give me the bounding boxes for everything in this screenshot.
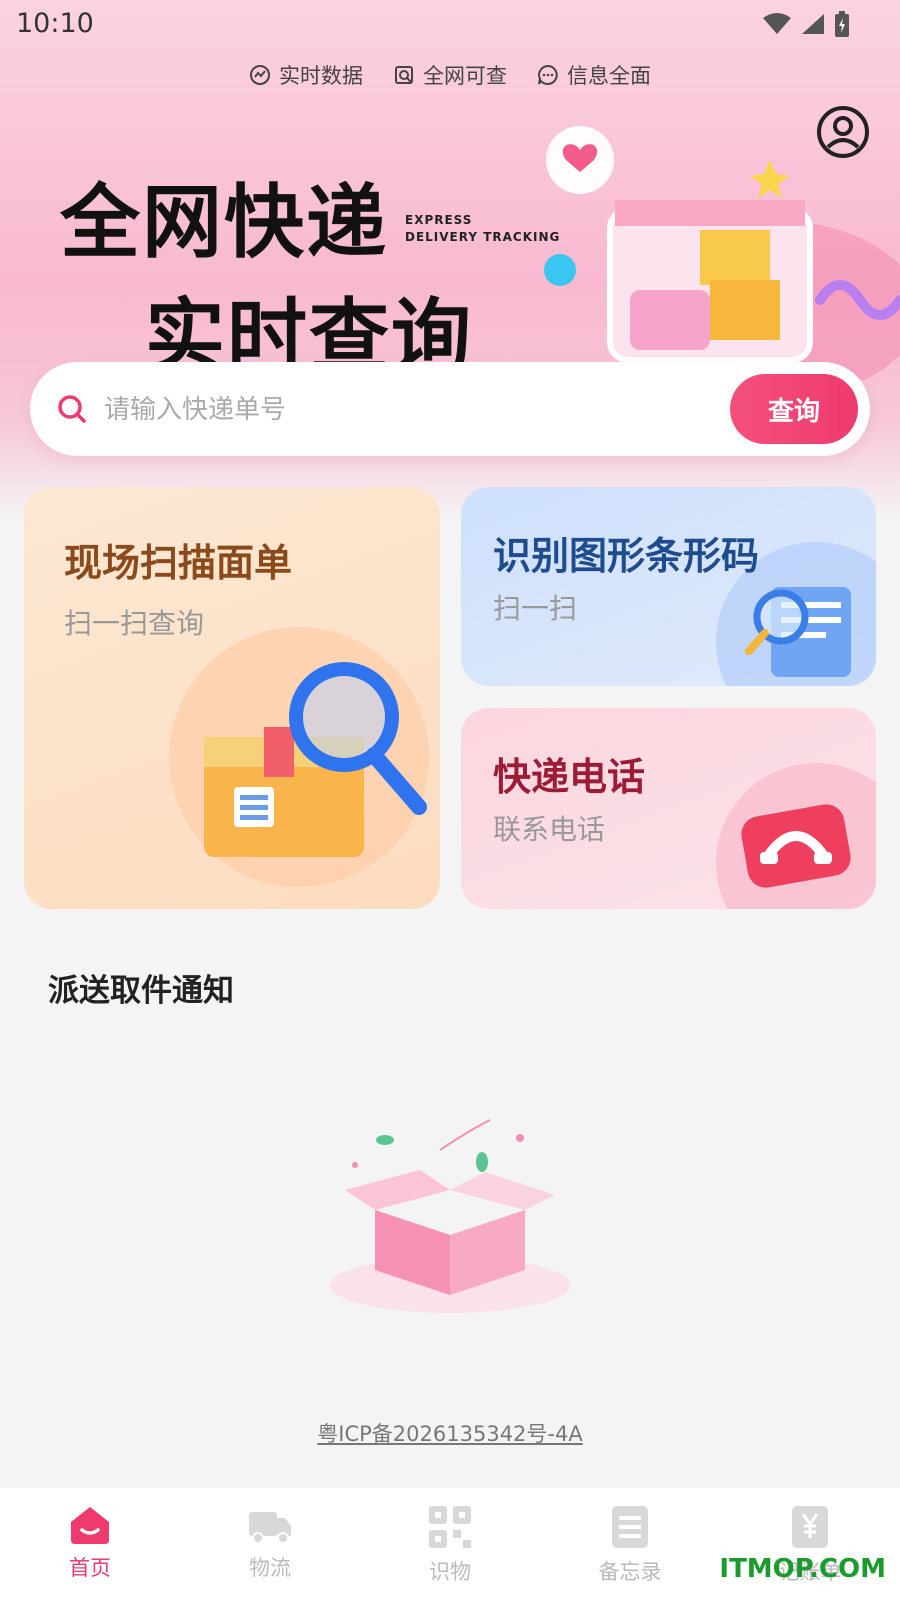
courier-phone-card[interactable]: 快递电话 联系电话 — [461, 708, 876, 909]
truck-icon — [249, 1512, 291, 1544]
feature-label: 全网可查 — [423, 64, 507, 88]
chart-icon — [250, 65, 270, 85]
section-title: 派送取件通知 — [48, 973, 234, 1009]
card-title: 识别图形条形码 — [493, 534, 760, 578]
hero-subtitle-line-1: EXPRESS — [405, 213, 473, 227]
signal-icon — [802, 14, 824, 34]
home-icon — [71, 1507, 109, 1544]
tab-label: 首页 — [69, 1556, 111, 1580]
delivery-illustration — [544, 126, 900, 380]
feature-label: 实时数据 — [279, 64, 363, 88]
site-watermark: ITMOP.COM — [719, 1554, 886, 1584]
tab-label: 识物 — [429, 1560, 471, 1584]
card-title: 快递电话 — [493, 755, 646, 799]
hero-subtitle-line-2: DELIVERY TRACKING — [405, 230, 561, 244]
tracking-number-input[interactable] — [102, 384, 726, 436]
feature-label: 信息全面 — [567, 64, 651, 88]
hero-subtitle: EXPRESS DELIVERY TRACKING — [405, 212, 560, 246]
feature-item: 实时数据 — [249, 60, 363, 90]
tab-logistics[interactable]: 物流 — [180, 1488, 360, 1600]
profile-icon[interactable] — [816, 105, 870, 159]
icp-link[interactable]: 粤ICP备2026135342号-4A — [0, 1418, 900, 1448]
ledger-icon — [792, 1506, 828, 1548]
tab-identify[interactable]: 识物 — [360, 1488, 540, 1600]
status-time: 10:10 — [16, 8, 94, 39]
card-subtitle: 扫一扫 — [493, 592, 578, 625]
scan-waybill-card[interactable]: 现场扫描面单 扫一扫查询 — [24, 487, 440, 909]
card-subtitle: 联系电话 — [493, 813, 606, 846]
tab-home[interactable]: 首页 — [0, 1488, 180, 1600]
feature-item: 信息全面 — [537, 60, 651, 90]
feature-item: 全网可查 — [393, 60, 507, 90]
system-icons — [762, 10, 850, 38]
hero-title-line-1: 全网快递 — [60, 176, 388, 269]
card-subtitle: 扫一扫查询 — [64, 607, 205, 640]
document-search-icon — [745, 587, 851, 677]
qr-code-icon — [429, 1506, 471, 1548]
tab-label: 物流 — [249, 1556, 291, 1580]
memo-icon — [612, 1506, 648, 1548]
search-icon — [58, 395, 86, 423]
chat-icon — [538, 64, 558, 85]
battery-icon — [835, 11, 849, 37]
empty-box-icon — [330, 1119, 570, 1313]
phone-icon — [741, 804, 851, 888]
card-title: 现场扫描面单 — [64, 541, 293, 585]
status-bar: 10:10 — [0, 0, 900, 50]
search-bar: 查询 — [30, 362, 870, 456]
feature-highlights: 实时数据 全网可查 信息全面 — [0, 60, 900, 90]
barcode-recognize-card[interactable]: 识别图形条形码 扫一扫 — [461, 487, 876, 686]
tab-memo[interactable]: 备忘录 — [540, 1488, 720, 1600]
search-doc-icon — [395, 66, 413, 84]
search-button[interactable]: 查询 — [730, 374, 858, 444]
package-magnifier-icon — [204, 662, 427, 857]
tab-label: 备忘录 — [598, 1560, 662, 1584]
wifi-icon — [763, 13, 791, 34]
